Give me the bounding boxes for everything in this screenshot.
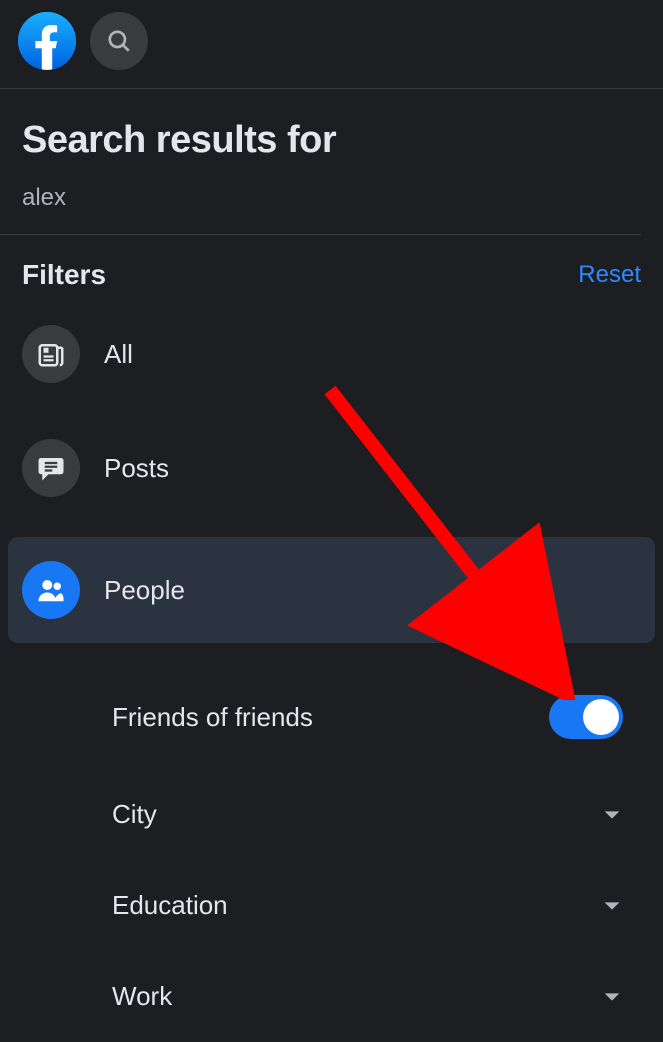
filter-label: City xyxy=(112,799,157,830)
top-bar xyxy=(0,0,663,89)
category-label: People xyxy=(104,575,185,606)
reset-button[interactable]: Reset xyxy=(578,261,641,289)
category-posts[interactable]: Posts xyxy=(8,423,655,513)
filter-friends-of-friends[interactable]: Friends of friends xyxy=(22,665,641,769)
search-header: Search results for alex xyxy=(0,89,641,235)
filter-education[interactable]: Education xyxy=(22,860,641,951)
facebook-icon xyxy=(18,12,76,70)
search-query: alex xyxy=(22,184,619,212)
filters-title: Filters xyxy=(22,259,106,291)
filter-label: Education xyxy=(112,890,228,921)
filter-work[interactable]: Work xyxy=(22,951,641,1042)
search-button[interactable] xyxy=(90,12,148,70)
filters-header: Filters Reset xyxy=(0,235,663,309)
chevron-down-icon xyxy=(601,986,623,1008)
sub-filter-list: Friends of friends City Education Work xyxy=(0,653,663,1042)
page-title: Search results for xyxy=(22,119,619,162)
people-icon xyxy=(22,561,80,619)
category-list: All Posts People xyxy=(0,309,663,643)
newspaper-icon xyxy=(22,325,80,383)
chevron-down-icon xyxy=(601,895,623,917)
toggle-knob xyxy=(583,699,619,735)
chevron-down-icon xyxy=(601,804,623,826)
category-all[interactable]: All xyxy=(8,309,655,399)
category-people[interactable]: People xyxy=(8,537,655,643)
speech-icon xyxy=(22,439,80,497)
filter-label: Work xyxy=(112,981,172,1012)
facebook-logo[interactable] xyxy=(18,12,76,70)
filter-label: Friends of friends xyxy=(112,702,313,733)
category-label: Posts xyxy=(104,453,169,484)
search-icon xyxy=(106,28,132,54)
filter-city[interactable]: City xyxy=(22,769,641,860)
category-label: All xyxy=(104,339,133,370)
toggle-switch[interactable] xyxy=(549,695,623,739)
